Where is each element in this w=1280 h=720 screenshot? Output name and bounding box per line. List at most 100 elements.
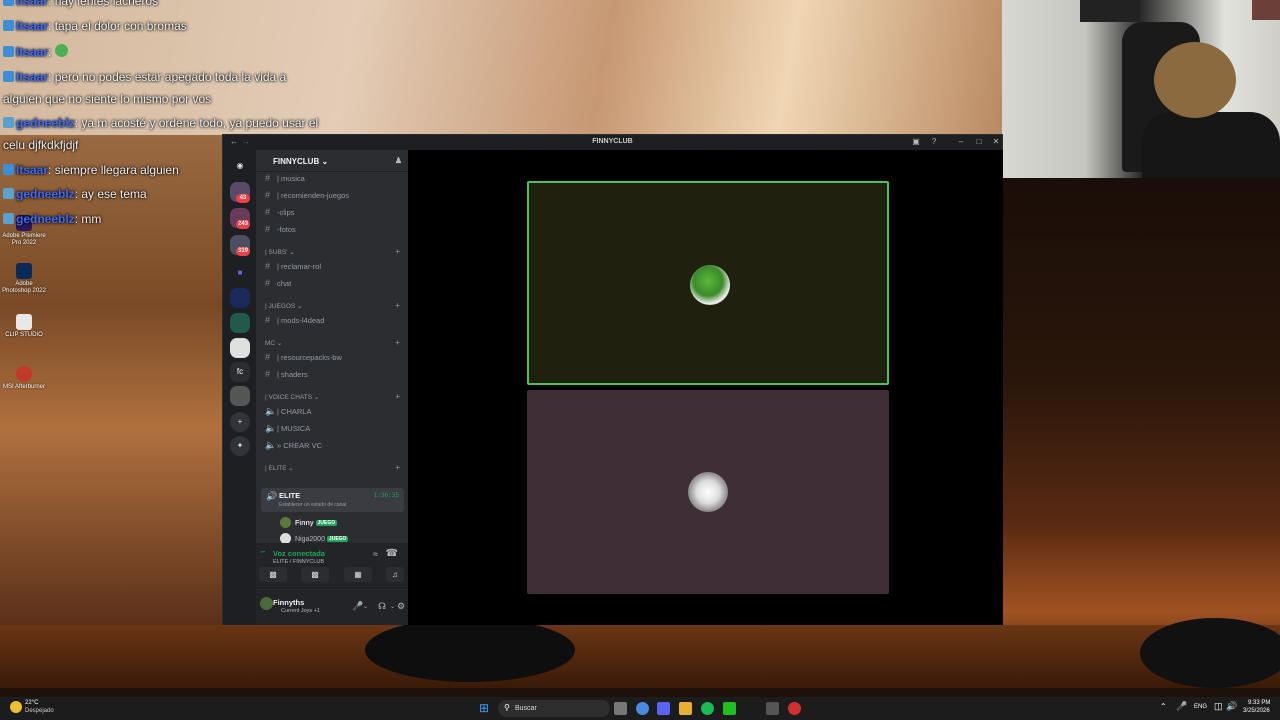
server-icon[interactable] — [230, 338, 250, 358]
search-icon: ⚲ — [504, 703, 510, 712]
language-indicator[interactable]: ENG — [1194, 704, 1207, 710]
activities-button[interactable]: ▦ — [344, 567, 372, 582]
voice-status[interactable]: Voz conectada — [273, 549, 325, 558]
volume-icon[interactable]: 🔊 — [1226, 701, 1237, 712]
chat-message: Itsaar: hay lentes lacheros — [3, 0, 158, 8]
invite-icon[interactable]: ♟ — [395, 156, 402, 165]
webcam-person-head — [1154, 42, 1236, 118]
close-button[interactable]: ✕ — [991, 137, 1001, 147]
app-icon[interactable] — [766, 702, 779, 715]
discover-icon[interactable]: ✦ — [230, 436, 250, 456]
weather-temp[interactable]: 22°C — [25, 700, 38, 706]
server-icon[interactable] — [230, 288, 250, 308]
settings-gear-icon[interactable]: ⚙ — [397, 601, 405, 612]
call-timer: 1:36:35 — [373, 492, 399, 499]
chrome-icon[interactable] — [636, 702, 649, 715]
taskbar-search[interactable]: ⚲ Buscar — [498, 700, 610, 717]
add-channel-icon[interactable]: + — [395, 301, 400, 310]
add-channel-icon[interactable]: + — [395, 463, 400, 472]
server-icon[interactable] — [230, 386, 250, 406]
add-channel-icon[interactable]: + — [395, 392, 400, 401]
channel-reclamar-rol[interactable]: # | reclamar-rol — [265, 261, 321, 271]
microphone-icon[interactable]: 🎤 — [1176, 701, 1187, 712]
add-server-icon[interactable]: + — [230, 412, 250, 432]
chat-message: celu djfkdkfjdjf — [3, 138, 79, 152]
chevron-down-icon[interactable]: ⌄ — [363, 603, 368, 610]
participant-tile[interactable] — [527, 390, 889, 594]
desktop-icon-clip-studio[interactable]: CLIP STUDIO — [2, 314, 46, 339]
voice-channel-charla[interactable]: 🔈| CHARLA — [265, 406, 311, 417]
background-room — [1002, 178, 1280, 688]
minimize-button[interactable]: – — [956, 137, 966, 147]
task-view-icon[interactable] — [614, 702, 627, 715]
discord-home-icon[interactable]: ◉ — [230, 156, 250, 176]
microphone-icon[interactable]: 🎤 — [352, 601, 363, 612]
participant-tile-speaking[interactable] — [527, 181, 889, 385]
app-icon[interactable] — [723, 702, 736, 715]
clock-date[interactable]: 3/25/2026 — [1243, 708, 1270, 714]
folder-icon[interactable]: ■ — [230, 263, 250, 283]
weather-icon[interactable] — [10, 701, 22, 713]
chevron-down-icon[interactable]: ⌄ — [390, 603, 395, 610]
avatar[interactable] — [260, 597, 273, 610]
help-icon[interactable]: ? — [929, 137, 939, 147]
weather-desc[interactable]: Despejado — [25, 708, 54, 714]
category-voice-chats[interactable]: | VOICE CHATS ⌄ — [265, 393, 319, 401]
server-badge: 243 — [236, 220, 251, 229]
server-icon-finnyclub[interactable] — [230, 313, 250, 333]
desktop-icon-afterburner[interactable]: MSI Afterburner — [2, 366, 46, 391]
voice-channel-musica[interactable]: 🔈| MUSICA — [265, 423, 310, 434]
desktop-icon-photoshop[interactable]: Adobe Photoshop 2022 — [2, 263, 46, 295]
clock-time[interactable]: 9:33 PM — [1248, 700, 1270, 706]
category-juegos[interactable]: | JUEGOS ⌄ — [265, 302, 303, 310]
chevron-up-icon[interactable]: ⌃ — [1160, 702, 1167, 711]
discord-taskbar-icon[interactable] — [657, 702, 670, 715]
channel-chat[interactable]: # chat — [265, 278, 291, 288]
inbox-icon[interactable]: ▣ — [911, 137, 921, 147]
channel-recomienden-juegos[interactable]: # | recomienden-juegos — [265, 190, 349, 200]
app-icon[interactable] — [788, 702, 801, 715]
maximize-button[interactable]: □ — [974, 137, 984, 147]
category-subs[interactable]: | SUBS' ⌄ — [265, 248, 295, 256]
camera-off-button[interactable]: ▩ — [259, 567, 287, 582]
user-status: Current Joys +1 — [281, 608, 320, 614]
channel-shaders[interactable]: # | shaders — [265, 369, 308, 379]
signal-icon[interactable]: ⁗ — [260, 550, 265, 559]
mouse-object — [365, 618, 575, 682]
category-elite[interactable]: | ELITE ⌄ — [265, 464, 294, 472]
channel-fotos[interactable]: # -fotos — [265, 224, 296, 234]
voice-location[interactable]: ELITE / FINNYCLUB — [273, 559, 324, 565]
chat-message: alguien que no siente lo mismo por vos — [3, 92, 212, 106]
windows-start-icon[interactable]: ⊞ — [479, 702, 491, 714]
headphones-icon[interactable]: ☊ — [378, 601, 386, 612]
chat-message: Itsaar: — [3, 44, 70, 59]
webcam-poster-2 — [1252, 0, 1280, 20]
category-mc[interactable]: MC ⌄ — [265, 339, 282, 347]
channel-musica[interactable]: # | musica — [265, 173, 305, 183]
voice-call-stage — [408, 150, 1003, 625]
channel-status[interactable]: Establecer un estado de canal — [279, 502, 346, 508]
voice-member-finny[interactable]: Finny JUEGO — [280, 517, 338, 528]
voice-channel-crear-vc[interactable]: 🔈» CREAR VC — [265, 440, 322, 451]
channel-resourcepacks-bw[interactable]: # | resourcepacks-bw — [265, 352, 342, 362]
spotify-icon[interactable] — [701, 702, 714, 715]
afterburner-icon — [16, 366, 32, 382]
server-header[interactable]: FINNYCLUB ⌄ ♟ — [256, 150, 408, 172]
soundboard-button[interactable]: ♫ — [386, 567, 404, 582]
username[interactable]: Finnyths — [273, 598, 304, 607]
noise-suppression-icon[interactable]: ≈ — [373, 549, 378, 559]
channel-clips[interactable]: # -clips — [265, 207, 295, 217]
file-explorer-icon[interactable] — [679, 702, 692, 715]
voice-channel-elite[interactable]: 🔊 ELITE 1:36:35 Establecer un estado de … — [261, 488, 404, 512]
network-icon[interactable]: ◫ — [1214, 701, 1223, 712]
user-panel: Finnyths Current Joys +1 🎤 ⌄ ☊ ⌄ ⚙ — [256, 590, 408, 625]
server-icon-fc[interactable]: fc — [230, 362, 250, 382]
webcam-person-body — [1142, 112, 1280, 178]
add-channel-icon[interactable]: + — [395, 338, 400, 347]
add-channel-icon[interactable]: + — [395, 247, 400, 256]
channel-mods-l4dead[interactable]: # | mods-l4dead — [265, 315, 324, 325]
chat-message: Itsaar: pero no podes estar apegado toda… — [3, 70, 286, 84]
webcam-poster — [1080, 0, 1140, 22]
disconnect-icon[interactable]: ☎ — [386, 548, 398, 559]
screen-share-button[interactable]: ▩ — [301, 567, 329, 582]
